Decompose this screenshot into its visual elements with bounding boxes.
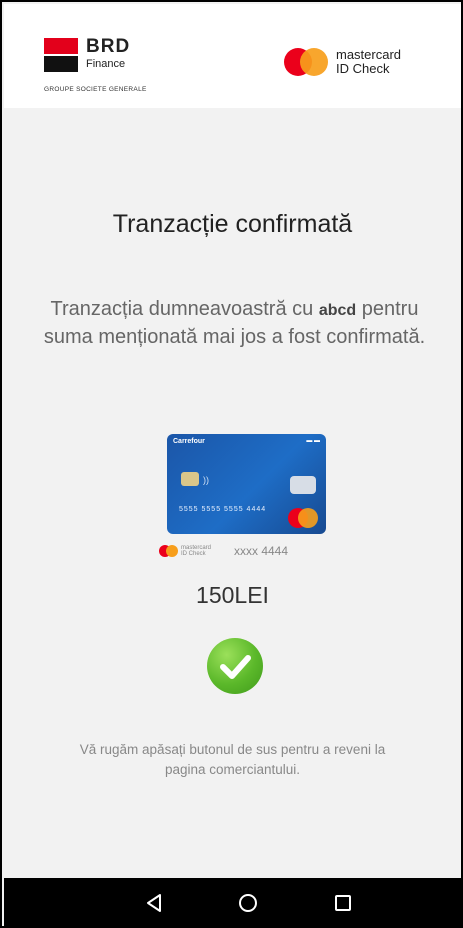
mastercard-id-check-logo: mastercard ID Check (284, 44, 454, 84)
mini-mastercard-icon (159, 545, 179, 557)
return-instruction: Vă rugăm apăsați butonul de sus pentru a… (4, 740, 461, 780)
card-bank-mark-icon: ▬ ▬ (306, 438, 320, 444)
page-title: Tranzacție confirmată (112, 210, 353, 238)
contactless-icon: )) (203, 475, 209, 485)
back-icon[interactable] (141, 890, 167, 916)
transaction-amount: 150LEI (196, 582, 269, 608)
brd-name: BRD (86, 36, 131, 57)
recent-apps-icon[interactable] (330, 890, 356, 916)
brd-group: GROUPE SOCIETE GENERALE (44, 86, 147, 93)
brd-finance-logo: BRD Finance GROUPE SOCIETE GENERALE (44, 36, 214, 100)
merchant-name: abcd (318, 302, 357, 319)
brd-mark-icon (44, 38, 78, 72)
card-brand: Carrefour (173, 438, 205, 445)
card-masked-number: xxxx 4444 (234, 544, 289, 558)
mastercard-icon (284, 48, 328, 76)
home-icon[interactable] (235, 890, 261, 916)
message-prefix: Tranzacția dumneavoastră cu (50, 298, 319, 320)
android-nav-bar (4, 878, 461, 926)
card-hologram-icon (290, 476, 316, 494)
mastercard-line2: ID Check (336, 61, 390, 76)
card-number: 5555 5555 5555 4444 (179, 506, 267, 513)
screen-frame: BRD Finance GROUPE SOCIETE GENERALE mast… (0, 0, 463, 928)
header: BRD Finance GROUPE SOCIETE GENERALE mast… (4, 4, 461, 108)
mini-id-check-text: mastercard ID Check (181, 545, 212, 557)
instruction-line1: Vă rugăm apăsați butonul de sus pentru a… (79, 742, 386, 757)
confirmation-message: Tranzacția dumneavoastră cu abcd pentru … (32, 296, 437, 351)
brd-sub: Finance (86, 58, 126, 70)
mastercard-text: mastercard ID Check (336, 48, 401, 76)
card-info: mastercard ID Check xxxx 4444 (159, 542, 319, 560)
card-mastercard-icon (288, 508, 318, 528)
mastercard-line1: mastercard (336, 47, 402, 62)
card-chip-icon (181, 472, 199, 486)
instruction-line2: pagina comerciantului. (164, 762, 301, 777)
success-check-icon (207, 638, 263, 694)
card-image: Carrefour ▬ ▬ )) 5555 5555 5555 4444 (167, 434, 326, 534)
